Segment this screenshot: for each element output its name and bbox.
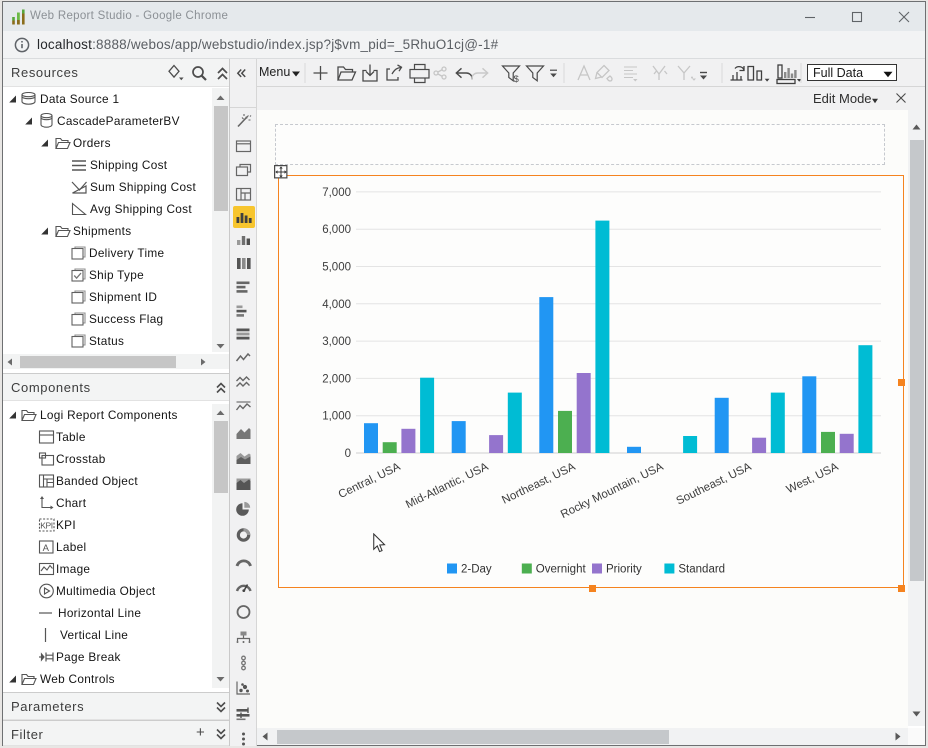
svg-text:West, USA: West, USA	[785, 461, 841, 496]
svg-text:3,000: 3,000	[322, 336, 351, 348]
svg-text:Northeast, USA: Northeast, USA	[500, 461, 577, 507]
svg-text:Mid-Atlantic, USA: Mid-Atlantic, USA	[404, 461, 491, 511]
svg-text:5,000: 5,000	[322, 262, 351, 274]
svg-text:Central, USA: Central, USA	[337, 461, 403, 501]
svg-text:KPI: KPI	[40, 521, 53, 531]
svg-text:2-Day: 2-Day	[461, 564, 492, 576]
svg-text:Standard: Standard	[678, 564, 725, 576]
svg-text:7,000: 7,000	[322, 187, 351, 199]
svg-text:4,000: 4,000	[322, 299, 351, 311]
svg-text:Priority: Priority	[606, 564, 642, 576]
svg-text:Southeast, USA: Southeast, USA	[675, 461, 754, 508]
svg-text:0: 0	[345, 448, 351, 460]
svg-text:$: $	[514, 74, 520, 85]
svg-text:A: A	[43, 543, 50, 554]
svg-text:Overnight: Overnight	[536, 564, 587, 576]
svg-text:2,000: 2,000	[322, 373, 351, 385]
svg-text:1,000: 1,000	[322, 411, 351, 423]
svg-text:6,000: 6,000	[322, 224, 351, 236]
